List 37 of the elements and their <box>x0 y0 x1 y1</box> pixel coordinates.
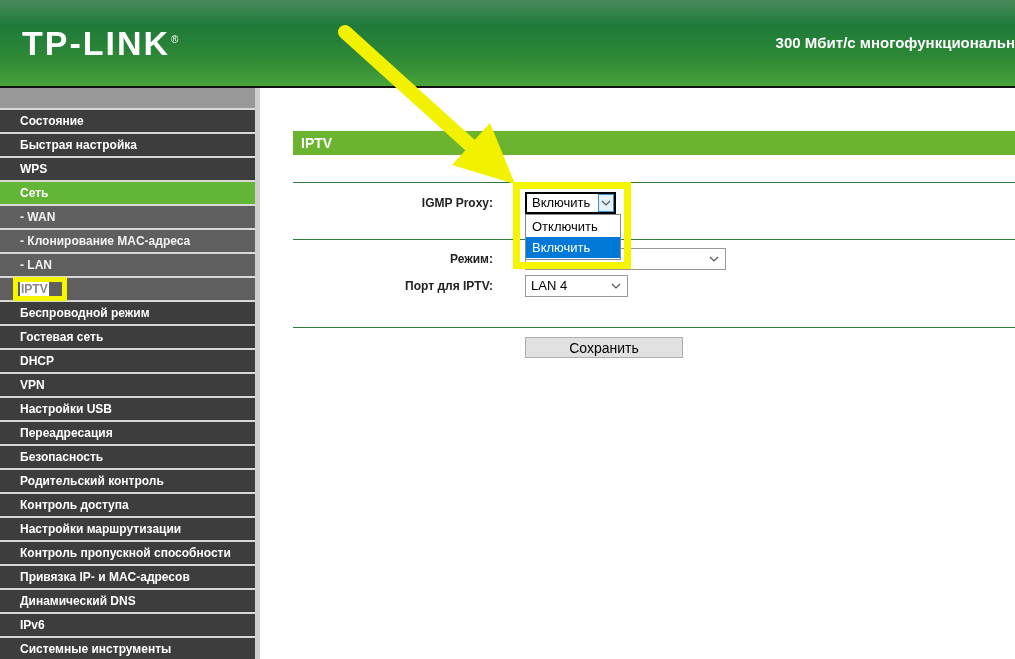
chevron-down-icon <box>709 256 719 262</box>
section-title-bar: IPTV <box>293 131 1015 155</box>
sidebar-item[interactable]: Родительский контроль <box>0 470 255 492</box>
sidebar-item[interactable]: Системные инструменты <box>0 638 255 659</box>
sidebar-item[interactable]: Настройки маршрутизации <box>0 518 255 540</box>
sidebar-item[interactable]: IPTV <box>0 278 255 300</box>
sidebar-item[interactable]: Контроль пропускной способности <box>0 542 255 564</box>
sidebar-item[interactable]: Гостевая сеть <box>0 326 255 348</box>
header-tagline: 300 Мбит/с многофункциональн <box>775 32 1015 53</box>
dropdown-select[interactable]: Включить <box>525 192 616 214</box>
field-label: Порт для IPTV: <box>404 278 493 295</box>
chevron-down-icon <box>601 200 611 206</box>
sidebar-item[interactable]: Динамический DNS <box>0 590 255 612</box>
sidebar-item[interactable]: - WAN <box>0 206 255 228</box>
sidebar-item[interactable]: Беспроводной режим <box>0 302 255 324</box>
sidebar-item[interactable]: Привязка IP- и MAC-адресов <box>0 566 255 588</box>
sidebar-item[interactable]: - LAN <box>0 254 255 276</box>
sidebar-item[interactable]: WPS <box>0 158 255 180</box>
sidebar-item[interactable]: IPv6 <box>0 614 255 636</box>
dropdown-option[interactable]: Включить <box>526 237 620 258</box>
logo-registered-mark: ® <box>171 33 179 47</box>
field-label: Режим: <box>449 251 493 268</box>
sidebar-item[interactable]: Безопасность <box>0 446 255 468</box>
save-button[interactable]: Сохранить <box>525 337 683 358</box>
sidebar-item[interactable]: VPN <box>0 374 255 396</box>
sidebar-item[interactable]: Состояние <box>0 110 255 132</box>
highlight-frame <box>13 277 67 301</box>
sidebar-item[interactable]: Быстрая настройка <box>0 134 255 156</box>
logo: TP-LINK <box>22 26 171 60</box>
sidebar-item[interactable]: Переадресация <box>0 422 255 444</box>
dropdown-select[interactable]: LAN 4 <box>525 275 628 297</box>
chevron-down-icon <box>611 283 621 289</box>
sidebar-item[interactable]: Настройки USB <box>0 398 255 420</box>
sidebar-item[interactable]: Контроль доступа <box>0 494 255 516</box>
sidebar-item[interactable]: - Клонирование MAC-адреса <box>0 230 255 252</box>
sidebar-item[interactable]: DHCP <box>0 350 255 372</box>
field-label: IGMP Proxy: <box>420 195 493 212</box>
